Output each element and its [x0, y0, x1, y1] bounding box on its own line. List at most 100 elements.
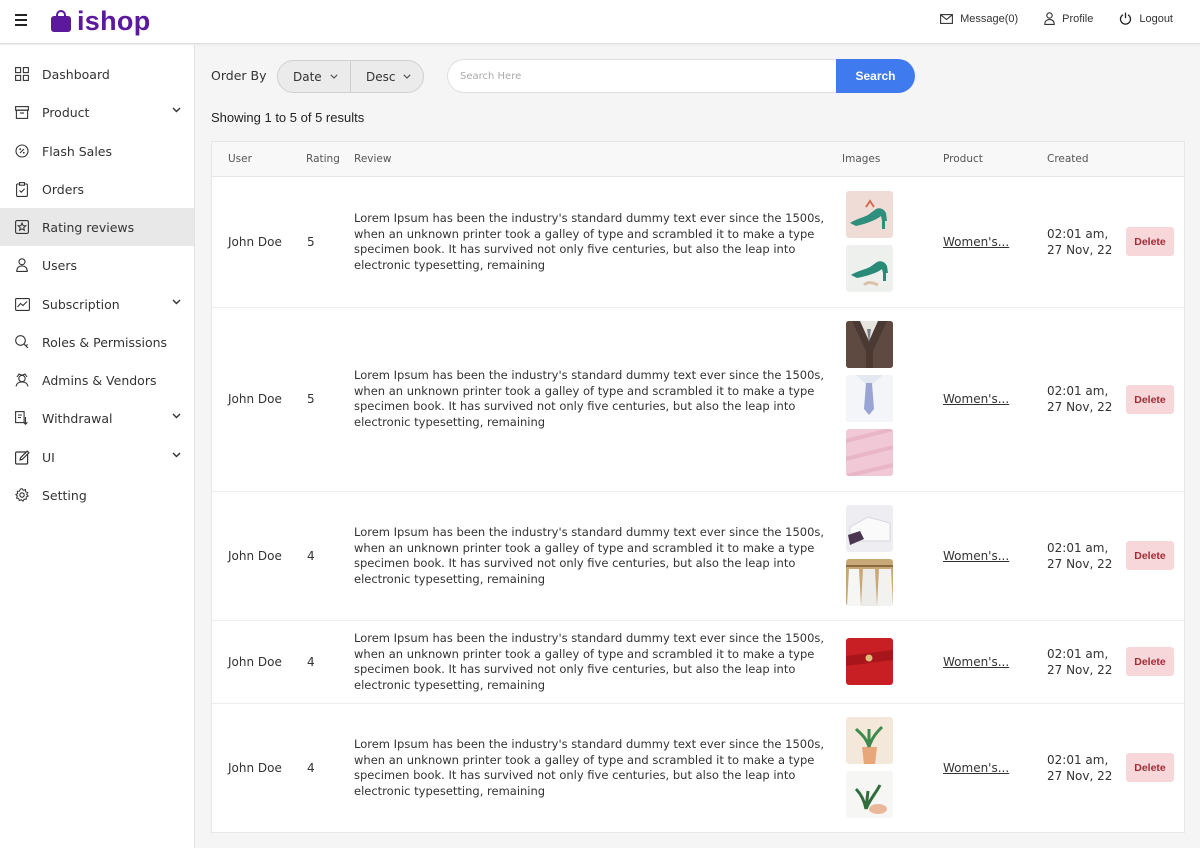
sort-direction-value: Desc: [366, 69, 396, 84]
created-time: 02:01 am,: [1047, 227, 1109, 241]
sort-direction-select[interactable]: Desc: [351, 61, 423, 92]
review-text: Lorem Ipsum has been the industry's stan…: [354, 525, 825, 587]
sidebar-item-orders[interactable]: Orders: [0, 170, 194, 208]
logo-text: ishop: [77, 5, 151, 36]
search-input[interactable]: [447, 59, 847, 93]
table-row: John Doe 5 Lorem Ipsum has been the indu…: [212, 308, 1184, 492]
flash-sales-icon: [14, 143, 30, 159]
red-wallet-photo[interactable]: [846, 638, 893, 685]
review-product-link[interactable]: Women's...: [943, 235, 1009, 249]
delete-button[interactable]: Delete: [1126, 541, 1174, 570]
white-shirt-folded-photo[interactable]: [846, 505, 893, 552]
reviews-table: User Rating Review Images Product Create…: [211, 141, 1185, 833]
chevron-down-icon: [172, 452, 181, 458]
sidebar-item-users[interactable]: Users: [0, 246, 194, 284]
top-actions: Message(0) Profile Logout: [914, 12, 1173, 25]
sidebar-item-subscription[interactable]: Subscription: [0, 285, 194, 323]
message-link[interactable]: Message(0): [940, 13, 1018, 25]
shirt-tie-photo[interactable]: [846, 375, 893, 422]
sidebar-item-withdrawal[interactable]: Withdrawal: [0, 399, 194, 437]
delete-button[interactable]: Delete: [1126, 647, 1174, 676]
shirts-on-rack-photo[interactable]: [846, 559, 893, 606]
sidebar-item-roles-permissions[interactable]: Roles & Permissions: [0, 323, 194, 361]
green-heel-shoe-photo-2[interactable]: [846, 245, 893, 292]
roles-key-icon: [14, 334, 30, 350]
sidebar-item-label: Orders: [42, 181, 85, 197]
review-product-link[interactable]: Women's...: [943, 392, 1009, 406]
delete-button[interactable]: Delete: [1126, 227, 1174, 256]
review-created: 02:01 am, 27 Nov, 22: [1047, 541, 1112, 572]
sidebar-item-flash-sales[interactable]: Flash Sales: [0, 132, 194, 170]
created-date: 27 Nov, 22: [1047, 662, 1113, 677]
sidebar-item-label: Users: [42, 257, 78, 273]
created-time: 02:01 am,: [1047, 384, 1109, 398]
sidebar-item-admins-vendors[interactable]: Admins & Vendors: [0, 361, 194, 399]
review-created: 02:01 am, 27 Nov, 22: [1047, 227, 1112, 258]
potted-plant-photo[interactable]: [846, 717, 893, 764]
product-box-icon: [14, 104, 30, 120]
chevron-down-icon: [403, 74, 411, 79]
created-date: 27 Nov, 22: [1047, 556, 1113, 571]
pink-fabric-photo[interactable]: [846, 429, 893, 476]
review-rating: 4: [307, 761, 315, 775]
logo[interactable]: ishop: [51, 6, 151, 36]
orders-clipboard-icon: [14, 181, 30, 197]
gear-icon: [14, 487, 30, 503]
review-images: [846, 505, 893, 613]
sidebar-item-rating-reviews[interactable]: Rating reviews: [0, 208, 194, 246]
hands-plant-photo[interactable]: [846, 771, 893, 818]
sidebar-item-label: Withdrawal: [42, 410, 113, 426]
dashboard-icon: [14, 66, 30, 82]
profile-link[interactable]: Profile: [1044, 12, 1093, 25]
power-icon: [1120, 12, 1132, 25]
table-header: User Rating Review Images Product Create…: [212, 142, 1184, 177]
rating-star-icon: [14, 219, 30, 235]
review-text: Lorem Ipsum has been the industry's stan…: [354, 211, 825, 273]
search-bar: Search: [447, 59, 916, 93]
review-images: [846, 191, 893, 299]
sort-field-select[interactable]: Date: [278, 61, 351, 92]
sidebar-item-label: Product: [42, 104, 90, 120]
review-product-link[interactable]: Women's...: [943, 655, 1009, 669]
envelope-icon: [940, 13, 954, 24]
review-user: John Doe: [228, 235, 282, 249]
column-header-product: Product: [943, 153, 983, 165]
review-rating: 5: [307, 392, 315, 406]
review-created: 02:01 am, 27 Nov, 22: [1047, 384, 1112, 415]
review-rating: 4: [307, 549, 315, 563]
review-images: [846, 638, 893, 692]
sidebar-item-label: Rating reviews: [42, 219, 135, 235]
order-by-label: Order By: [211, 68, 267, 83]
sidebar-item-product[interactable]: Product: [0, 93, 194, 131]
review-text: Lorem Ipsum has been the industry's stan…: [354, 368, 825, 430]
created-time: 02:01 am,: [1047, 753, 1109, 767]
review-created: 02:01 am, 27 Nov, 22: [1047, 753, 1112, 784]
shopping-bag-logo-icon: [51, 10, 71, 32]
created-date: 27 Nov, 22: [1047, 399, 1113, 414]
message-label: Message(0): [960, 12, 1019, 25]
chevron-down-icon: [172, 299, 181, 305]
sort-field-value: Date: [293, 69, 322, 84]
admins-icon: [14, 372, 30, 388]
sidebar-item-label: UI: [42, 449, 55, 465]
sidebar-item-label: Roles & Permissions: [42, 334, 168, 350]
review-product-link[interactable]: Women's...: [943, 549, 1009, 563]
column-header-review: Review: [354, 153, 392, 165]
delete-button[interactable]: Delete: [1126, 385, 1174, 414]
green-heel-shoe-photo[interactable]: [846, 191, 893, 238]
sidebar-item-dashboard[interactable]: Dashboard: [0, 55, 194, 93]
review-images: [846, 717, 893, 825]
delete-button[interactable]: Delete: [1126, 753, 1174, 782]
sidebar-item-ui[interactable]: UI: [0, 438, 194, 476]
withdrawal-icon: [14, 410, 30, 426]
hamburger-menu-icon[interactable]: [15, 14, 27, 26]
table-row: John Doe 4 Lorem Ipsum has been the indu…: [212, 492, 1184, 621]
chevron-down-icon: [172, 413, 181, 419]
sidebar-item-setting[interactable]: Setting: [0, 476, 194, 514]
search-button[interactable]: Search: [836, 59, 915, 93]
suit-vest-photo[interactable]: [846, 321, 893, 368]
review-product-link[interactable]: Women's...: [943, 761, 1009, 775]
logout-link[interactable]: Logout: [1119, 12, 1173, 25]
review-created: 02:01 am, 27 Nov, 22: [1047, 647, 1112, 678]
ui-edit-icon: [14, 449, 30, 465]
